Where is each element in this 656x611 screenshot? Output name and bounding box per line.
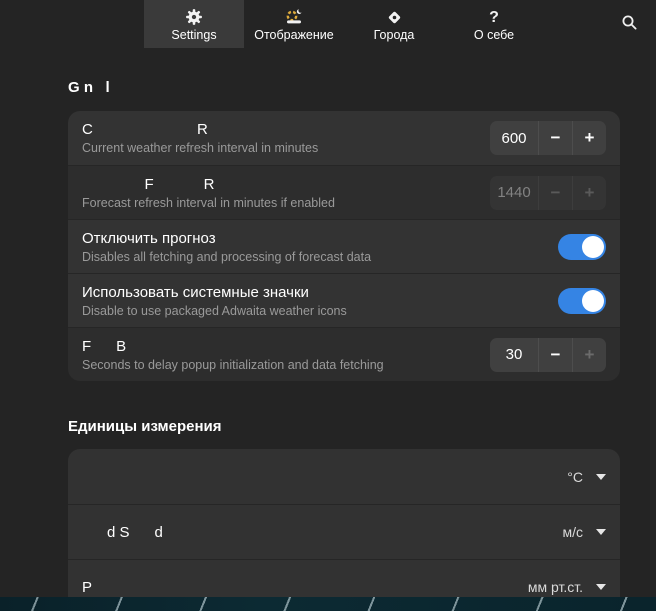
- tab-about-label: О себе: [473, 27, 515, 42]
- row-subtitle: Forecast refresh interval in minutes if …: [82, 195, 335, 210]
- section-title-general: G n l: [68, 79, 110, 96]
- plus-button: +: [572, 175, 606, 210]
- app-window: Settings Отображение Города ? О себе G n…: [0, 0, 656, 611]
- row-title: P: [82, 578, 93, 596]
- plus-button: +: [572, 337, 606, 372]
- minus-button[interactable]: −: [538, 337, 572, 372]
- row-current-refresh: C R Current weather refresh interval in …: [68, 111, 620, 165]
- row-forecast-refresh: F R Forecast refresh interval in minutes…: [68, 165, 620, 219]
- forecast-refresh-spinbutton: 1440 − +: [490, 175, 606, 210]
- popup-delay-spinbutton: 30 − +: [490, 337, 606, 372]
- row-popup-delay: F B Seconds to delay popup initializatio…: [68, 327, 620, 381]
- spin-value: 1440: [497, 184, 531, 201]
- row-disable-forecast: Отключить прогноз Disables all fetching …: [68, 219, 620, 273]
- dropdown-value: °C: [567, 468, 583, 485]
- minus-button: −: [538, 175, 572, 210]
- switch-knob: [582, 235, 604, 258]
- minus-button[interactable]: −: [538, 121, 572, 155]
- gear-icon: [185, 7, 203, 26]
- wind-speed-unit-dropdown[interactable]: м/с: [562, 524, 606, 540]
- view-switcher: Settings Отображение Города ? О себе: [144, 0, 544, 48]
- tab-settings[interactable]: Settings: [144, 0, 244, 48]
- dropdown-value: мм рт.ст.: [527, 579, 583, 595]
- spin-value[interactable]: 600: [490, 121, 538, 155]
- row-title: d S d: [82, 523, 163, 541]
- units-card: °C d S d м/с P мм рт.ст.: [68, 449, 620, 597]
- question-icon: ?: [489, 8, 499, 26]
- chevron-down-icon: [596, 473, 606, 480]
- settings-page: G n l C R Current weather refresh interv…: [0, 48, 656, 597]
- tab-settings-label: Settings: [171, 27, 217, 42]
- appearance-icon: [284, 7, 304, 26]
- tab-cities[interactable]: Города: [344, 0, 444, 48]
- row-wind-speed-unit[interactable]: d S d м/с: [68, 504, 620, 559]
- row-title: Отключить прогноз: [82, 229, 216, 247]
- row-title: F B: [82, 337, 127, 355]
- spin-value[interactable]: 30: [490, 338, 538, 372]
- current-refresh-spinbutton: 600 − +: [490, 121, 606, 155]
- row-subtitle: Disable to use packaged Adwaita weather …: [82, 303, 347, 318]
- temperature-unit-dropdown[interactable]: °C: [567, 469, 606, 485]
- desktop-wallpaper: [0, 597, 656, 611]
- tab-cities-label: Города: [373, 27, 415, 42]
- chevron-down-icon: [596, 529, 606, 535]
- disable-forecast-switch[interactable]: [558, 233, 606, 260]
- row-title: F R: [82, 175, 215, 193]
- search-icon: [621, 14, 638, 34]
- row-temperature-unit[interactable]: °C: [68, 449, 620, 504]
- row-title: Использовать системные значки: [82, 283, 309, 301]
- row-subtitle: Seconds to delay popup initialization an…: [82, 357, 384, 372]
- switch-knob: [582, 289, 604, 312]
- tab-about[interactable]: ? О себе: [444, 0, 544, 48]
- tab-display-label: Отображение: [254, 27, 334, 42]
- plus-button[interactable]: +: [572, 121, 606, 155]
- row-system-icons: Использовать системные значки Disable to…: [68, 273, 620, 327]
- pressure-unit-dropdown[interactable]: мм рт.ст.: [528, 579, 606, 595]
- chevron-down-icon: [596, 584, 606, 590]
- header-bar: Settings Отображение Города ? О себе: [0, 0, 656, 48]
- system-icons-switch[interactable]: [558, 287, 606, 314]
- row-subtitle: Disables all fetching and processing of …: [82, 249, 372, 264]
- row-title: C R: [82, 121, 208, 138]
- cities-icon: [386, 7, 403, 26]
- general-settings-card: C R Current weather refresh interval in …: [68, 111, 620, 381]
- row-subtitle: Current weather refresh interval in minu…: [82, 141, 319, 155]
- section-title-units: Единицы измерения: [68, 418, 222, 435]
- row-pressure-unit[interactable]: P мм рт.ст.: [68, 559, 620, 597]
- dropdown-value: м/с: [562, 524, 583, 540]
- tab-display[interactable]: Отображение: [244, 0, 344, 48]
- search-button[interactable]: [612, 7, 646, 41]
